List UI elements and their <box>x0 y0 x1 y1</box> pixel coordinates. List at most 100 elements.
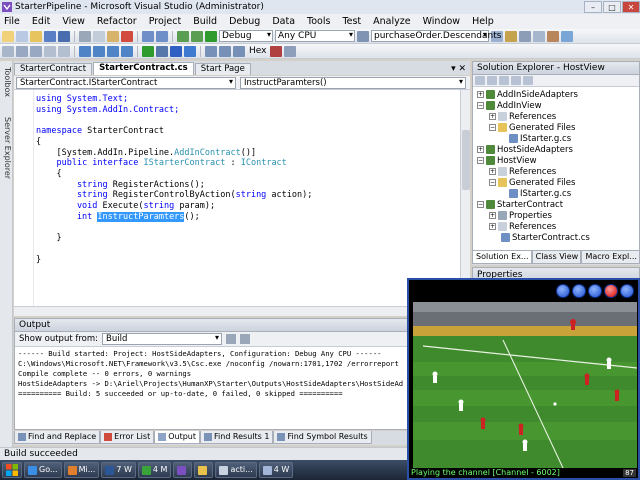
bookmark-icon[interactable] <box>79 45 91 57</box>
toolbox-tab[interactable]: Toolbox <box>1 67 12 97</box>
selected-text[interactable]: InstructParamters <box>97 211 185 222</box>
menu-file[interactable]: File <box>4 16 20 27</box>
menu-project[interactable]: Project <box>149 16 182 27</box>
menu-view[interactable]: View <box>62 16 85 27</box>
tree-item-references[interactable]: + References <box>489 166 556 177</box>
refresh-icon[interactable] <box>499 76 509 85</box>
zoom-icon[interactable] <box>572 284 586 298</box>
toolbox-icon[interactable] <box>547 30 559 42</box>
scroll-thumb[interactable] <box>462 130 470 190</box>
paste-icon[interactable] <box>107 30 119 42</box>
view-designer-icon[interactable] <box>523 76 533 85</box>
tab-starter-contract[interactable]: StarterContract <box>14 63 93 75</box>
minimize-button[interactable]: – <box>584 1 602 13</box>
tab-find-results[interactable]: Find Results 1 <box>200 431 274 444</box>
fullscreen-icon[interactable] <box>556 284 570 298</box>
uncomment-icon[interactable] <box>30 45 42 57</box>
redo-icon[interactable] <box>156 30 168 42</box>
menu-edit[interactable]: Edit <box>32 16 50 27</box>
add-item-icon[interactable] <box>16 30 28 42</box>
solution-explorer-title[interactable]: Solution Explorer - HostView <box>473 62 639 75</box>
tree-item-startercontract[interactable]: − StarterContract <box>477 199 563 210</box>
find-combo[interactable]: purchaseOrder.Descendants <box>371 30 501 42</box>
save-all-icon[interactable] <box>58 30 70 42</box>
open-icon[interactable] <box>30 30 42 42</box>
tab-find-symbol-results[interactable]: Find Symbol Results <box>273 431 372 444</box>
start-page-icon[interactable] <box>561 30 573 42</box>
tree-item-startercontract-cs[interactable]: StarterContract.cs <box>501 232 590 243</box>
tab-starter-contract-cs[interactable]: StarterContract.cs <box>93 62 194 75</box>
new-project-icon[interactable] <box>2 30 14 42</box>
outdent-icon[interactable] <box>44 45 56 57</box>
windows-icon[interactable] <box>284 45 297 57</box>
output-source-select[interactable]: Build <box>102 333 223 345</box>
menu-help[interactable]: Help <box>472 16 494 27</box>
delete-icon[interactable] <box>121 30 133 42</box>
indent-icon[interactable] <box>58 45 70 57</box>
output-text[interactable]: ------ Build started: Project: HostSideA… <box>15 347 469 401</box>
start-debugging-icon[interactable] <box>205 30 217 42</box>
find-icon[interactable] <box>357 30 369 42</box>
tab-macro-explorer[interactable]: Macro Expl... <box>581 251 640 264</box>
navigate-back-icon[interactable] <box>177 30 189 42</box>
stop-icon[interactable] <box>588 284 602 298</box>
taskbar-item-1[interactable]: Go... <box>24 462 62 478</box>
tab-class-view[interactable]: Class View <box>531 251 582 264</box>
tree-item-references[interactable]: + References <box>489 221 556 232</box>
tree-item-istarter-g-cs[interactable]: IStarter.g.cs <box>509 133 571 144</box>
taskbar-item-7[interactable]: acti... <box>215 462 257 478</box>
breakpoints-icon[interactable] <box>270 45 283 57</box>
taskbar-item-2[interactable]: Mi... <box>63 462 100 478</box>
editor-horizontal-scrollbar[interactable] <box>14 306 460 316</box>
code-editor[interactable]: using System.Text; using System.AddIn.Con… <box>14 90 460 316</box>
comment-icon[interactable] <box>16 45 28 57</box>
platform-select[interactable]: Any CPU <box>275 30 355 42</box>
tab-error-list[interactable]: Error List <box>100 431 155 444</box>
continue-icon[interactable] <box>142 45 154 57</box>
video-frame[interactable] <box>413 302 637 468</box>
step-out-icon[interactable] <box>233 45 245 57</box>
code-text[interactable]: using System.Text; using System.AddIn.Con… <box>36 94 312 265</box>
menu-data[interactable]: Data <box>272 16 295 27</box>
menu-debug[interactable]: Debug <box>229 16 260 27</box>
tree-item-references[interactable]: + References <box>489 111 556 122</box>
restart-icon[interactable] <box>184 45 196 57</box>
menu-refactor[interactable]: Refactor <box>97 16 137 27</box>
title-bar[interactable]: StarterPipeline - Microsoft Visual Studi… <box>0 0 640 14</box>
taskbar-item-6[interactable] <box>194 462 214 478</box>
tree-item-generated-files[interactable]: − Generated Files <box>489 177 575 188</box>
editor-gutter[interactable] <box>14 90 34 316</box>
menu-analyze[interactable]: Analyze <box>373 16 410 27</box>
undo-icon[interactable] <box>142 30 154 42</box>
prev-bookmark-icon[interactable] <box>93 45 105 57</box>
cut-icon[interactable] <box>79 30 91 42</box>
tree-item-properties[interactable]: + Properties <box>489 210 552 221</box>
break-all-icon[interactable] <box>156 45 168 57</box>
tree-item-hostsideadapters[interactable]: + HostSideAdapters <box>477 144 573 155</box>
stop-debugging-icon[interactable] <box>170 45 182 57</box>
video-player-window[interactable]: Playing the channel [Channel - 6002] 87 <box>407 278 640 480</box>
configuration-select[interactable]: Debug <box>219 30 273 42</box>
save-icon[interactable] <box>44 30 56 42</box>
menu-build[interactable]: Build <box>193 16 217 27</box>
type-dropdown[interactable]: StarterContract.IStarterContract <box>16 77 236 89</box>
tab-solution-explorer[interactable]: Solution Ex... <box>472 251 532 264</box>
clear-all-icon[interactable] <box>226 334 237 344</box>
show-all-files-icon[interactable] <box>487 76 497 85</box>
solution-explorer-icon[interactable] <box>505 30 517 42</box>
menu-tools[interactable]: Tools <box>307 16 330 27</box>
taskbar-item-3[interactable]: 7 W <box>101 462 136 478</box>
back-icon[interactable] <box>620 284 634 298</box>
menu-test[interactable]: Test <box>342 16 361 27</box>
tree-item-istarter-g-cs[interactable]: IStarter.g.cs <box>509 188 571 199</box>
tab-start-page[interactable]: Start Page <box>194 63 251 75</box>
properties-button-icon[interactable] <box>475 76 485 85</box>
start-button[interactable] <box>2 462 22 478</box>
clear-bookmarks-icon[interactable] <box>121 45 133 57</box>
taskbar-item-5[interactable] <box>173 462 193 478</box>
tab-find-and-replace[interactable]: Find and Replace <box>14 431 101 444</box>
word-wrap-icon[interactable] <box>240 334 251 344</box>
tree-item-hostview[interactable]: − HostView <box>477 155 537 166</box>
view-code-icon[interactable] <box>511 76 521 85</box>
tab-output[interactable]: Output <box>154 431 200 444</box>
